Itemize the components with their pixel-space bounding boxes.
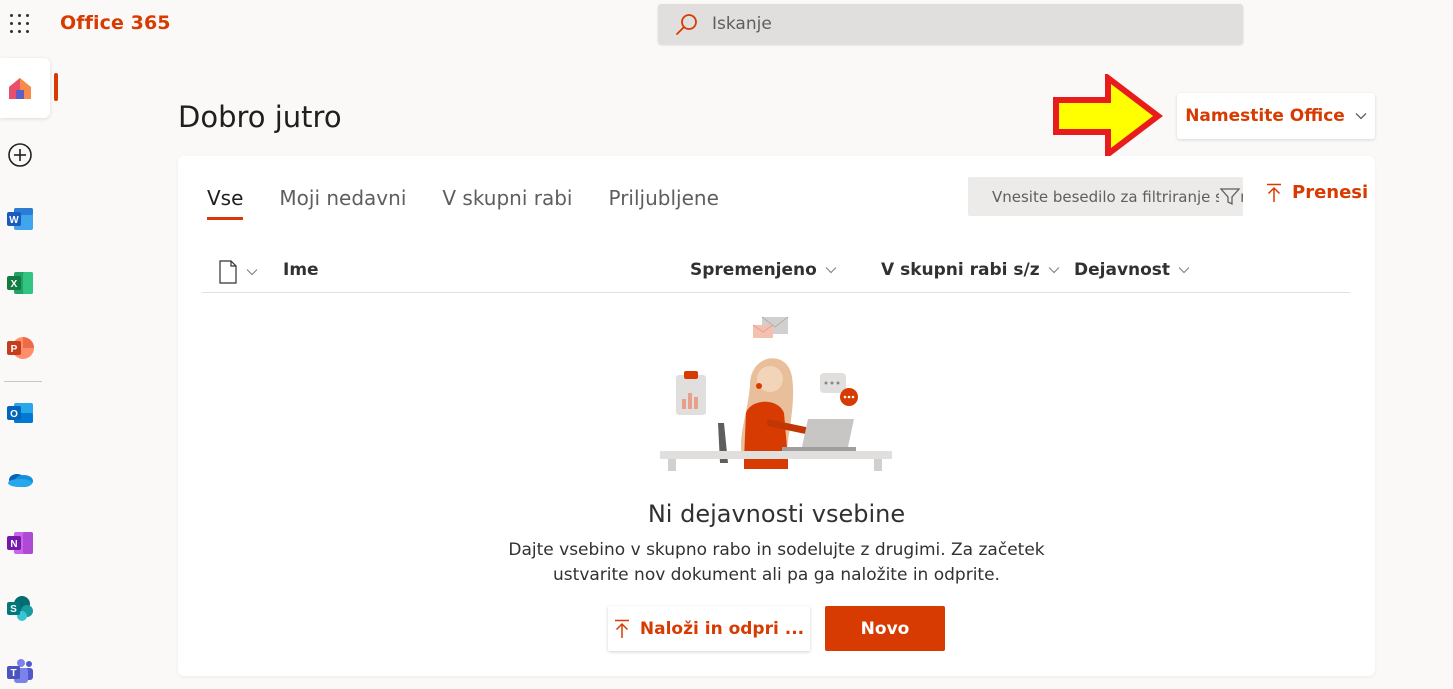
- upload-icon: [614, 619, 629, 638]
- search-placeholder: Iskanje: [712, 14, 772, 34]
- empty-state-description: Dajte vsebino v skupno rabo in sodelujte…: [508, 540, 1045, 585]
- onenote-icon[interactable]: N: [5, 528, 35, 558]
- search-icon: [676, 14, 697, 35]
- document-icon: [219, 260, 237, 284]
- upload-and-open-label: Naloži in odpri ...: [639, 618, 805, 639]
- name-column-header[interactable]: Ime: [283, 260, 319, 280]
- chevron-down-icon: [825, 267, 837, 274]
- page-title: Dobro jutro: [178, 100, 342, 134]
- home-icon[interactable]: [5, 73, 35, 103]
- shared-with-column-header[interactable]: V skupni rabi s/z: [881, 260, 1060, 280]
- tab-favorites[interactable]: Priljubljene: [609, 186, 719, 220]
- svg-text:S: S: [10, 604, 17, 615]
- upload-button[interactable]: Prenesi: [1266, 182, 1368, 203]
- empty-state-illustration: [660, 316, 892, 471]
- powerpoint-icon[interactable]: P: [5, 333, 35, 363]
- activity-column-label: Dejavnost: [1074, 260, 1171, 280]
- upload-and-open-button[interactable]: Naloži in odpri ...: [608, 606, 810, 651]
- empty-state-title: Ni dejavnosti vsebine: [647, 500, 906, 528]
- filter-icon: [1219, 187, 1241, 207]
- app-launcher-icon[interactable]: [8, 12, 32, 36]
- file-type-column[interactable]: [218, 260, 258, 284]
- top-bar: Office 365 Iskanje: [0, 0, 1453, 48]
- chevron-down-icon: [1355, 113, 1367, 120]
- outlook-icon[interactable]: O: [5, 398, 35, 428]
- activity-column-header[interactable]: Dejavnost: [1074, 260, 1190, 280]
- svg-text:P: P: [11, 344, 18, 355]
- rail-divider: [4, 381, 42, 382]
- modified-column-label: Spremenjeno: [690, 260, 817, 280]
- svg-text:W: W: [9, 215, 19, 226]
- install-office-button[interactable]: Namestite Office: [1177, 93, 1375, 139]
- shared-with-column-label: V skupni rabi s/z: [881, 260, 1040, 280]
- sharepoint-icon[interactable]: S: [5, 593, 35, 623]
- annotation-arrow: [1053, 74, 1163, 158]
- onedrive-icon[interactable]: [5, 464, 35, 494]
- tab-all[interactable]: Vse: [207, 186, 244, 220]
- svg-text:O: O: [10, 409, 18, 420]
- excel-icon[interactable]: X: [5, 268, 35, 298]
- app-rail: W X P O N S T: [0, 48, 58, 689]
- install-office-label: Namestite Office: [1185, 106, 1345, 126]
- documents-card: Vse Moji nedavni V skupni rabi Priljublj…: [178, 156, 1375, 676]
- chevron-down-icon: [246, 269, 258, 276]
- upload-icon: [1267, 183, 1281, 202]
- rail-active-indicator: [54, 73, 58, 101]
- tab-recent[interactable]: Moji nedavni: [279, 186, 406, 220]
- create-icon[interactable]: [5, 140, 35, 170]
- app-brand[interactable]: Office 365: [60, 12, 171, 34]
- tab-shared[interactable]: V skupni rabi: [442, 186, 572, 220]
- chevron-down-icon: [1048, 267, 1060, 274]
- list-header: Ime Spremenjeno V skupni rabi s/z Dejavn…: [202, 248, 1350, 293]
- new-document-button[interactable]: Novo: [825, 606, 945, 651]
- svg-text:X: X: [11, 279, 18, 290]
- name-column-label: Ime: [283, 260, 319, 280]
- modified-column-header[interactable]: Spremenjeno: [690, 260, 837, 280]
- document-tabs: Vse Moji nedavni V skupni rabi Priljublj…: [207, 186, 755, 220]
- svg-text:T: T: [10, 668, 16, 679]
- filter-placeholder: Vnesite besedilo za filtriranje seznama: [992, 187, 1243, 206]
- teams-icon[interactable]: T: [5, 656, 35, 686]
- word-icon[interactable]: W: [5, 204, 35, 234]
- svg-text:N: N: [10, 539, 17, 550]
- search-box[interactable]: Iskanje: [658, 4, 1243, 44]
- filter-input[interactable]: Vnesite besedilo za filtriranje seznama: [968, 177, 1243, 216]
- chevron-down-icon: [1178, 267, 1190, 274]
- upload-label: Prenesi: [1292, 182, 1369, 203]
